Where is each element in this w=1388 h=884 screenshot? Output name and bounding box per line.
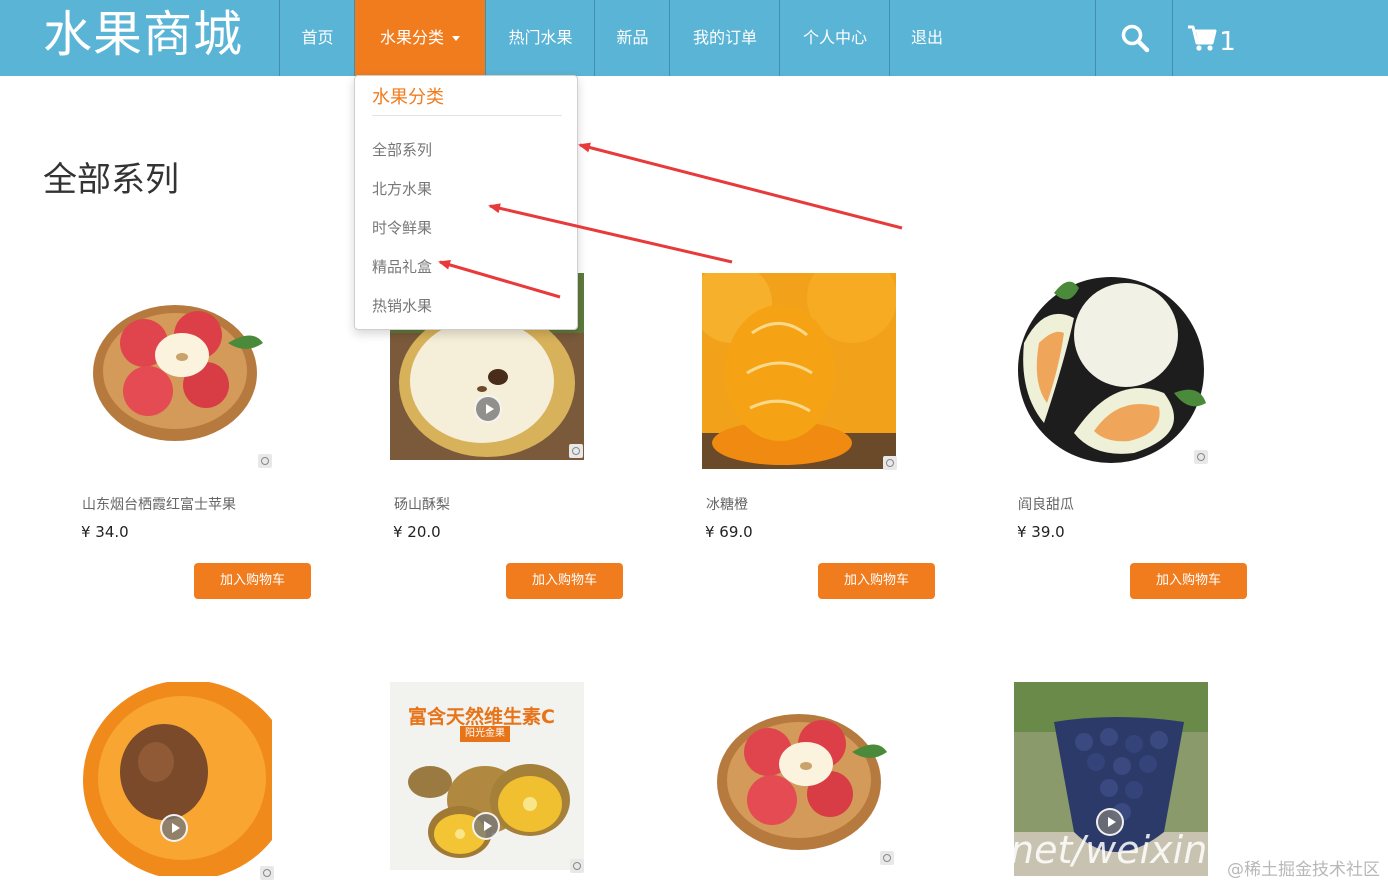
product-image-melon[interactable] [1014, 273, 1208, 467]
search-icon [1121, 24, 1149, 53]
dropdown-item-gift-box[interactable]: 精品礼盒 [372, 256, 432, 277]
section-title: 全部系列 [43, 160, 179, 200]
top-navbar: 水果商城 首页 水果分类 热门水果 新品 我的订单 个人中心 退出 1 [0, 0, 1388, 76]
zoom-icon[interactable] [883, 456, 897, 470]
product-image-apple[interactable] [78, 273, 272, 467]
zoom-icon[interactable] [569, 444, 583, 458]
cart-button[interactable]: 1 [1172, 0, 1250, 76]
play-icon[interactable] [474, 395, 502, 423]
product-image-kiwi[interactable]: 富含天然维生素C 阳光金果 [390, 682, 584, 876]
nav-profile[interactable]: 个人中心 [779, 0, 890, 76]
zoom-icon[interactable] [260, 866, 274, 880]
fruit-category-dropdown: 水果分类 全部系列 北方水果 时令鲜果 精品礼盒 热销水果 [354, 75, 578, 330]
nav-home[interactable]: 首页 [279, 0, 355, 76]
product-price: ¥ 34.0 [81, 523, 129, 541]
play-icon[interactable] [160, 814, 188, 842]
product-price: ¥ 39.0 [1017, 523, 1065, 541]
brand-logo[interactable]: 水果商城 [43, 4, 243, 66]
product-name[interactable]: 砀山酥梨 [394, 494, 450, 514]
product-price: ¥ 69.0 [705, 523, 753, 541]
product-image-apricot[interactable] [78, 682, 272, 876]
dropdown-item-seasonal[interactable]: 时令鲜果 [372, 217, 432, 238]
product-name[interactable]: 山东烟台栖霞红富士苹果 [82, 494, 236, 514]
product-name[interactable]: 冰糖橙 [706, 494, 748, 514]
product-name[interactable]: 阎良甜瓜 [1018, 494, 1074, 514]
dropdown-item-bestseller[interactable]: 热销水果 [372, 295, 432, 316]
nav-logout[interactable]: 退出 [889, 0, 964, 76]
arrow-to-all-series [578, 142, 903, 230]
site-watermark: @稀土掘金技术社区 [1227, 860, 1380, 880]
product-image-apple-2[interactable] [702, 682, 896, 876]
zoom-icon[interactable] [258, 454, 272, 468]
kiwi-tag: 阳光金果 [460, 726, 510, 742]
product-image-orange[interactable] [702, 273, 896, 469]
add-to-cart-button[interactable]: 加入购物车 [194, 563, 311, 599]
search-button[interactable] [1095, 0, 1173, 76]
dropdown-item-northern[interactable]: 北方水果 [372, 178, 432, 199]
product-price: ¥ 20.0 [393, 523, 441, 541]
nav-hot-fruits[interactable]: 热门水果 [485, 0, 595, 76]
play-icon[interactable] [472, 812, 500, 840]
cart-count-badge: 1 [1219, 27, 1236, 57]
zoom-icon[interactable] [1194, 450, 1208, 464]
zoom-icon[interactable] [880, 851, 894, 865]
chevron-down-icon [452, 36, 460, 41]
nav-my-orders[interactable]: 我的订单 [669, 0, 780, 76]
add-to-cart-button[interactable]: 加入购物车 [1130, 563, 1247, 599]
dropdown-item-all[interactable]: 全部系列 [372, 139, 432, 160]
zoom-icon[interactable] [570, 859, 584, 873]
add-to-cart-button[interactable]: 加入购物车 [506, 563, 623, 599]
kiwi-banner-text: 富含天然维生素C [408, 706, 555, 728]
cart-icon [1188, 25, 1217, 51]
overlay-watermark-text: net/weixin [1010, 828, 1208, 872]
dropdown-header: 水果分类 [372, 86, 562, 116]
add-to-cart-button[interactable]: 加入购物车 [818, 563, 935, 599]
nav-new[interactable]: 新品 [594, 0, 670, 76]
nav-fruit-category[interactable]: 水果分类 [354, 0, 485, 76]
